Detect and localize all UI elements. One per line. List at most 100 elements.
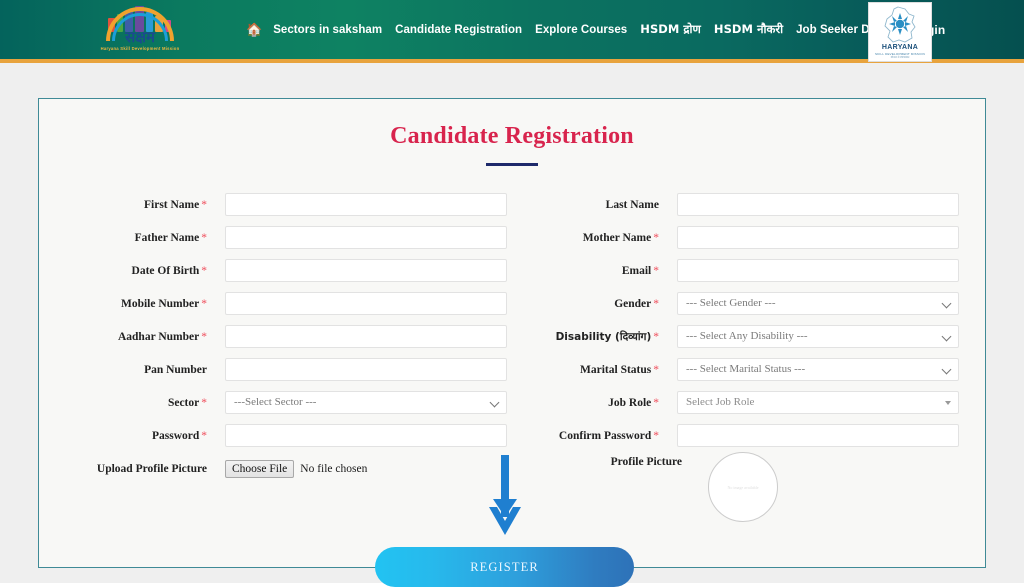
field-row-pan-number: Pan Number (73, 353, 516, 386)
haryana-map-icon (878, 6, 922, 44)
nav-item-candidate-registration[interactable]: Candidate Registration (395, 24, 522, 36)
required-marker: * (653, 396, 659, 409)
required-marker: * (201, 330, 207, 343)
haryana-state-logo[interactable]: HARYANA SKILL DEVELOPMENT MISSION कौशल स… (868, 2, 932, 62)
site-header: सक्षम Haryana Skill Development Mission … (0, 0, 1024, 63)
registration-form: First Name * Father Name * Date Of Birth * … (39, 188, 985, 522)
required-marker: * (653, 429, 659, 442)
job-role-select[interactable]: Select Job Role (677, 391, 959, 414)
date-of-birth-input[interactable] (225, 259, 507, 282)
disability-select[interactable]: --- Select Any Disability --- (677, 325, 959, 348)
profile-picture-file-input[interactable]: Choose File No file chosen (225, 459, 516, 479)
last-name-input[interactable] (677, 193, 959, 216)
choose-file-button[interactable]: Choose File (225, 459, 295, 478)
field-row-job-role: Job Role * Select Job Role (548, 386, 959, 419)
sector-select-value: ---Select Sector --- (234, 396, 317, 408)
label-first-name: First Name * (144, 198, 207, 211)
saksham-logo[interactable]: सक्षम Haryana Skill Development Mission (88, 1, 192, 62)
label-gender: Gender * (614, 297, 659, 310)
caret-down-icon (945, 401, 951, 405)
field-row-password: Password * (73, 419, 516, 452)
label-sector: Sector * (167, 396, 207, 409)
field-row-last-name: Last Name (548, 188, 959, 221)
label-disability: Disability (दिव्यांग) * (555, 330, 659, 343)
label-confirm-password: Confirm Password * (558, 429, 659, 442)
saksham-logo-name: सक्षम (125, 28, 155, 45)
profile-picture-preview: No image available (708, 452, 778, 522)
field-row-email: Email * (548, 254, 959, 287)
field-row-sector: Sector * ---Select Sector --- (73, 386, 516, 419)
required-marker: * (653, 264, 659, 277)
haryana-logo-subtagline: कौशल से स्वावलंबन (890, 56, 910, 59)
mobile-number-input[interactable] (225, 292, 507, 315)
label-password: Password * (151, 429, 207, 442)
required-marker: * (653, 363, 659, 376)
label-marital-status: Marital Status * (580, 363, 659, 376)
field-row-father-name: Father Name * (73, 221, 516, 254)
home-icon[interactable]: 🏠 (246, 23, 262, 36)
gender-select-value: --- Select Gender --- (686, 297, 776, 309)
job-role-select-value: Select Job Role (686, 396, 755, 408)
form-column-left: First Name * Father Name * Date Of Birth * … (73, 188, 516, 485)
label-job-role: Job Role * (608, 396, 659, 409)
gender-select[interactable]: --- Select Gender --- (677, 292, 959, 315)
required-marker: * (201, 198, 207, 211)
required-marker: * (201, 396, 207, 409)
field-row-aadhar-number: Aadhar Number * (73, 320, 516, 353)
required-marker: * (201, 264, 207, 277)
file-status-text: No file chosen (300, 462, 368, 475)
form-column-right: Last Name Mother Name * Email * Gender * --… (516, 188, 959, 522)
saksham-logo-artwork: सक्षम (94, 1, 186, 45)
down-arrow-annotation-icon (487, 455, 523, 543)
field-row-first-name: First Name * (73, 188, 516, 221)
nav-item-sectors-in-saksham[interactable]: Sectors in saksham (273, 24, 382, 36)
register-button[interactable]: REGISTER (375, 547, 634, 587)
nav-item-hsdm-dron[interactable]: HSDM द्रोण (640, 22, 701, 37)
nav-item-explore-courses[interactable]: Explore Courses (535, 24, 627, 36)
password-input[interactable] (225, 424, 507, 447)
first-name-input[interactable] (225, 193, 507, 216)
label-upload-profile-picture: Upload Profile Picture (96, 462, 207, 475)
pan-number-input[interactable] (225, 358, 507, 381)
haryana-logo-name: HARYANA (881, 44, 919, 51)
email-input[interactable] (677, 259, 959, 282)
field-row-mother-name: Mother Name * (548, 221, 959, 254)
required-marker: * (653, 297, 659, 310)
chevron-down-icon (941, 331, 952, 342)
mother-name-input[interactable] (677, 226, 959, 249)
main-navigation: 🏠 Sectors in saksham Candidate Registrat… (246, 22, 945, 37)
marital-status-select-value: --- Select Marital Status --- (686, 363, 806, 375)
profile-picture-placeholder-text: No image available (727, 484, 759, 490)
chevron-down-icon (489, 397, 500, 408)
label-pan-number: Pan Number (144, 363, 207, 376)
field-row-upload-profile-picture: Upload Profile Picture Choose File No fi… (73, 452, 516, 485)
marital-status-select[interactable]: --- Select Marital Status --- (677, 358, 959, 381)
field-row-disability: Disability (दिव्यांग) * --- Select Any Di… (548, 320, 959, 353)
required-marker: * (653, 231, 659, 244)
field-row-marital-status: Marital Status * --- Select Marital Statu… (548, 353, 959, 386)
disability-select-value: --- Select Any Disability --- (686, 330, 808, 342)
aadhar-number-input[interactable] (225, 325, 507, 348)
required-marker: * (201, 429, 207, 442)
father-name-input[interactable] (225, 226, 507, 249)
label-mother-name: Mother Name * (582, 231, 659, 244)
chevron-down-icon (941, 298, 952, 309)
label-last-name: Last Name (605, 198, 659, 211)
label-email: Email * (621, 264, 659, 277)
required-marker: * (201, 297, 207, 310)
label-profile-picture: Profile Picture (610, 456, 682, 468)
nav-item-hsdm-naukri[interactable]: HSDM नौकरी (714, 22, 783, 37)
field-row-confirm-password: Confirm Password * (548, 419, 959, 452)
required-marker: * (201, 231, 207, 244)
confirm-password-input[interactable] (677, 424, 959, 447)
field-row-mobile-number: Mobile Number * (73, 287, 516, 320)
title-underline (486, 163, 538, 166)
chevron-down-icon (941, 364, 952, 375)
label-mobile-number: Mobile Number * (120, 297, 207, 310)
label-aadhar-number: Aadhar Number * (117, 330, 207, 343)
label-father-name: Father Name * (134, 231, 207, 244)
required-marker: * (653, 330, 659, 343)
field-row-profile-picture: Profile Picture No image available (548, 452, 959, 522)
page-title: Candidate Registration (390, 123, 634, 149)
sector-select[interactable]: ---Select Sector --- (225, 391, 507, 414)
